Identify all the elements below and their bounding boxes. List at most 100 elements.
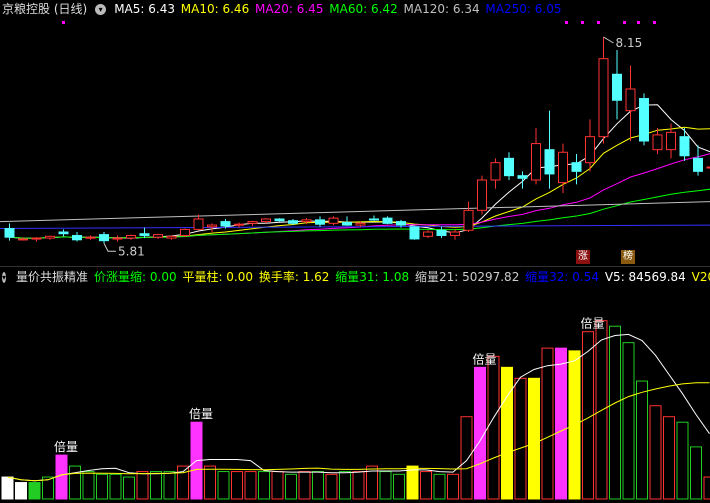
price-panel-header: 京粮控股 (日线) ▾ MA5: 6.43 MA10: 6.46 MA20: 6… — [0, 0, 710, 18]
candle-body — [679, 136, 690, 157]
volume-bar — [460, 416, 473, 500]
top-indicator-1: MA10: 6.46 — [180, 2, 250, 16]
volume-bar — [285, 473, 297, 500]
top-indicator-0: MA5: 6.43 — [114, 2, 175, 16]
volume-bar — [663, 416, 675, 500]
candle-body — [4, 228, 15, 238]
bottom-indicator-7: V20: 15287 — [691, 270, 710, 284]
double-volume-annotation: 倍量 — [189, 406, 213, 421]
volume-indicator-menu-icon[interactable]: ▾ — [2, 271, 7, 283]
candle-body — [180, 228, 190, 236]
volume-bar — [420, 471, 432, 500]
volume-bar — [150, 471, 162, 500]
top-indicator-3: MA60: 6.42 — [329, 2, 398, 16]
candle-body — [126, 234, 136, 239]
candle-body — [369, 218, 379, 221]
volume-bar — [528, 377, 540, 500]
bottom-indicator-0: 价涨量缩: 0.00 — [94, 270, 177, 284]
volume-bar — [204, 465, 216, 500]
candle-body — [409, 226, 420, 240]
candle-body — [166, 235, 177, 239]
candle-body — [639, 98, 649, 142]
double-volume-annotation: 倍量 — [473, 351, 497, 366]
candle-body — [463, 209, 474, 231]
candle-body — [261, 218, 271, 223]
volume-bar — [231, 471, 243, 500]
volume-bar — [55, 454, 68, 500]
ma250-line — [0, 224, 710, 230]
double-volume-annotation: 倍量 — [54, 439, 78, 454]
candle-body — [207, 224, 217, 228]
candle-body — [625, 88, 636, 112]
volume-bar — [379, 471, 392, 500]
volume-bar — [28, 482, 41, 500]
bottom-indicator-4: 缩量21: 50297.82 — [414, 270, 520, 284]
signal-dot — [653, 21, 656, 24]
volume-bar — [96, 473, 108, 500]
volume-bar — [447, 473, 459, 500]
volume-bar — [109, 473, 122, 500]
volume-bar — [339, 471, 351, 500]
candle-body — [31, 237, 42, 240]
candle-body — [274, 218, 285, 222]
volume-bar — [393, 473, 405, 500]
candle-body — [72, 234, 82, 241]
candle-body — [301, 219, 312, 223]
volume-bar — [676, 421, 689, 500]
signal-dot — [62, 21, 65, 24]
bottom-indicator-5: 缩量32: 0.54 — [525, 270, 600, 284]
low-price-label: 5.81 — [118, 244, 145, 258]
volume-bar — [271, 471, 284, 500]
candle-body — [342, 221, 352, 226]
top-indicator-5: MA250: 6.05 — [485, 2, 562, 16]
ranking-tag: 榜 — [621, 250, 635, 264]
candle-body — [666, 131, 676, 151]
volume-bar — [244, 471, 257, 500]
candle-body — [220, 221, 231, 227]
bottom-indicator-3: 缩量31: 1.08 — [335, 270, 410, 284]
volume-bar — [541, 347, 554, 500]
candle-body — [18, 238, 28, 241]
candle-body — [558, 151, 568, 184]
ma10-line — [9, 126, 710, 239]
volume-bar — [82, 471, 95, 500]
candle-body — [598, 58, 609, 138]
volume-panel-header: ▾ 量价共振精准 价涨量缩: 0.00 平量柱: 0.00 换手率: 1.62 … — [0, 268, 710, 286]
volume-bar — [312, 471, 324, 500]
candle-body — [571, 162, 582, 172]
volume-bar — [217, 471, 230, 500]
volume-bar — [123, 476, 135, 500]
volume-bar — [474, 366, 486, 500]
volume-bar — [636, 380, 648, 500]
stock-title: 京粮控股 (日线) — [2, 2, 88, 16]
candle-body — [504, 157, 514, 177]
volume-chart: 倍量倍量倍量倍量 — [1, 316, 710, 500]
top-indicator-2: MA20: 6.45 — [255, 2, 324, 16]
volume-bar — [352, 471, 365, 500]
signal-dot — [581, 21, 584, 24]
volume-bar — [406, 465, 419, 500]
signal-dot — [565, 21, 568, 24]
ma-indicator-list: MA5: 6.43 MA10: 6.46 MA20: 6.45 MA60: 6.… — [114, 0, 563, 18]
candle-body — [585, 136, 595, 164]
volume-bar — [609, 325, 621, 500]
indicator-menu-icon[interactable]: ▾ — [95, 3, 107, 15]
candle-body — [382, 217, 393, 224]
candle-body — [328, 217, 339, 224]
volume-bar — [703, 476, 710, 500]
volume-bar — [555, 347, 567, 500]
candle-body — [531, 143, 541, 181]
high-price-label: 8.15 — [616, 36, 643, 50]
volume-bar — [163, 471, 176, 500]
candle-body — [247, 221, 258, 224]
volume-indicator-title: 量价共振精准 — [16, 270, 89, 284]
limit-up-tag: 涨 — [576, 250, 590, 264]
signal-dot — [623, 21, 626, 24]
candle-body — [477, 179, 487, 211]
volume-bar — [1, 476, 14, 500]
candle-body — [693, 157, 703, 172]
candle-body — [612, 73, 622, 101]
volume-bar — [501, 366, 513, 500]
volume-indicator-list: 价涨量缩: 0.00 平量柱: 0.00 换手率: 1.62 缩量31: 1.0… — [94, 268, 710, 286]
double-volume-annotation: 倍量 — [581, 316, 605, 331]
